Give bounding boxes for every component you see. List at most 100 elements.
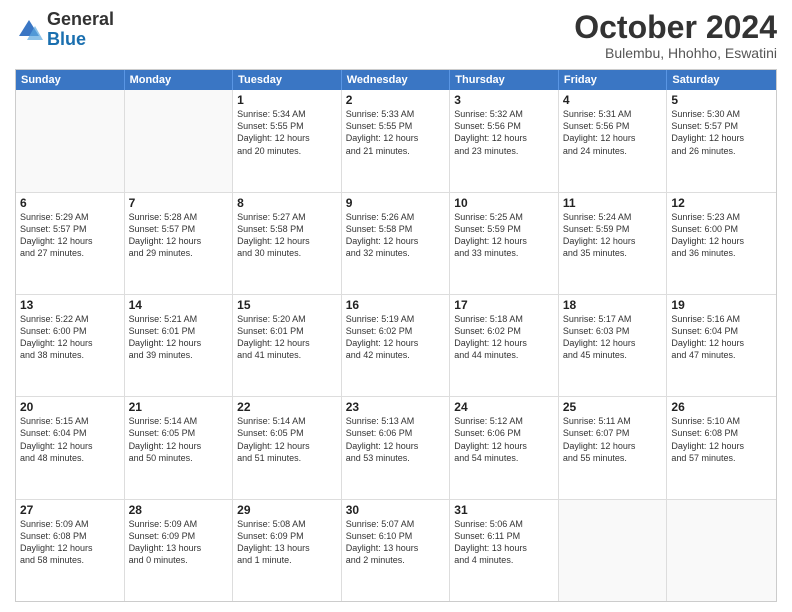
day-cell-14: 14Sunrise: 5:21 AM Sunset: 6:01 PM Dayli… [125,295,234,396]
day-info: Sunrise: 5:14 AM Sunset: 6:05 PM Dayligh… [129,415,229,464]
day-number: 28 [129,503,229,517]
day-number: 19 [671,298,772,312]
day-number: 31 [454,503,554,517]
day-info: Sunrise: 5:21 AM Sunset: 6:01 PM Dayligh… [129,313,229,362]
day-info: Sunrise: 5:06 AM Sunset: 6:11 PM Dayligh… [454,518,554,567]
day-number: 29 [237,503,337,517]
title-area: October 2024 Bulembu, Hhohho, Eswatini [574,10,777,61]
day-info: Sunrise: 5:14 AM Sunset: 6:05 PM Dayligh… [237,415,337,464]
day-number: 2 [346,93,446,107]
month-title: October 2024 [574,10,777,45]
header-day-tuesday: Tuesday [233,70,342,90]
logo-text: General Blue [47,10,114,50]
logo-general: General [47,10,114,30]
header-day-sunday: Sunday [16,70,125,90]
day-info: Sunrise: 5:18 AM Sunset: 6:02 PM Dayligh… [454,313,554,362]
day-number: 20 [20,400,120,414]
empty-cell-0-1 [125,90,234,191]
day-number: 5 [671,93,772,107]
day-cell-29: 29Sunrise: 5:08 AM Sunset: 6:09 PM Dayli… [233,500,342,601]
day-info: Sunrise: 5:11 AM Sunset: 6:07 PM Dayligh… [563,415,663,464]
day-number: 6 [20,196,120,210]
day-cell-23: 23Sunrise: 5:13 AM Sunset: 6:06 PM Dayli… [342,397,451,498]
header-day-saturday: Saturday [667,70,776,90]
week-row-5: 27Sunrise: 5:09 AM Sunset: 6:08 PM Dayli… [16,500,776,601]
day-number: 16 [346,298,446,312]
week-row-2: 6Sunrise: 5:29 AM Sunset: 5:57 PM Daylig… [16,193,776,295]
day-cell-2: 2Sunrise: 5:33 AM Sunset: 5:55 PM Daylig… [342,90,451,191]
day-info: Sunrise: 5:23 AM Sunset: 6:00 PM Dayligh… [671,211,772,260]
calendar-body: 1Sunrise: 5:34 AM Sunset: 5:55 PM Daylig… [16,90,776,601]
day-cell-20: 20Sunrise: 5:15 AM Sunset: 6:04 PM Dayli… [16,397,125,498]
day-cell-19: 19Sunrise: 5:16 AM Sunset: 6:04 PM Dayli… [667,295,776,396]
day-cell-28: 28Sunrise: 5:09 AM Sunset: 6:09 PM Dayli… [125,500,234,601]
day-info: Sunrise: 5:20 AM Sunset: 6:01 PM Dayligh… [237,313,337,362]
day-info: Sunrise: 5:16 AM Sunset: 6:04 PM Dayligh… [671,313,772,362]
day-info: Sunrise: 5:19 AM Sunset: 6:02 PM Dayligh… [346,313,446,362]
day-cell-21: 21Sunrise: 5:14 AM Sunset: 6:05 PM Dayli… [125,397,234,498]
header-day-friday: Friday [559,70,668,90]
day-number: 21 [129,400,229,414]
day-cell-5: 5Sunrise: 5:30 AM Sunset: 5:57 PM Daylig… [667,90,776,191]
day-info: Sunrise: 5:25 AM Sunset: 5:59 PM Dayligh… [454,211,554,260]
day-cell-15: 15Sunrise: 5:20 AM Sunset: 6:01 PM Dayli… [233,295,342,396]
day-info: Sunrise: 5:31 AM Sunset: 5:56 PM Dayligh… [563,108,663,157]
day-info: Sunrise: 5:09 AM Sunset: 6:09 PM Dayligh… [129,518,229,567]
day-info: Sunrise: 5:15 AM Sunset: 6:04 PM Dayligh… [20,415,120,464]
week-row-1: 1Sunrise: 5:34 AM Sunset: 5:55 PM Daylig… [16,90,776,192]
day-number: 14 [129,298,229,312]
day-info: Sunrise: 5:09 AM Sunset: 6:08 PM Dayligh… [20,518,120,567]
calendar: SundayMondayTuesdayWednesdayThursdayFrid… [15,69,777,602]
day-info: Sunrise: 5:32 AM Sunset: 5:56 PM Dayligh… [454,108,554,157]
day-info: Sunrise: 5:30 AM Sunset: 5:57 PM Dayligh… [671,108,772,157]
day-number: 22 [237,400,337,414]
day-cell-22: 22Sunrise: 5:14 AM Sunset: 6:05 PM Dayli… [233,397,342,498]
day-number: 8 [237,196,337,210]
day-info: Sunrise: 5:34 AM Sunset: 5:55 PM Dayligh… [237,108,337,157]
day-number: 23 [346,400,446,414]
day-info: Sunrise: 5:10 AM Sunset: 6:08 PM Dayligh… [671,415,772,464]
day-cell-18: 18Sunrise: 5:17 AM Sunset: 6:03 PM Dayli… [559,295,668,396]
day-cell-10: 10Sunrise: 5:25 AM Sunset: 5:59 PM Dayli… [450,193,559,294]
day-number: 25 [563,400,663,414]
logo: General Blue [15,10,114,50]
day-cell-26: 26Sunrise: 5:10 AM Sunset: 6:08 PM Dayli… [667,397,776,498]
day-info: Sunrise: 5:27 AM Sunset: 5:58 PM Dayligh… [237,211,337,260]
day-number: 24 [454,400,554,414]
day-cell-3: 3Sunrise: 5:32 AM Sunset: 5:56 PM Daylig… [450,90,559,191]
day-number: 15 [237,298,337,312]
day-cell-9: 9Sunrise: 5:26 AM Sunset: 5:58 PM Daylig… [342,193,451,294]
day-info: Sunrise: 5:26 AM Sunset: 5:58 PM Dayligh… [346,211,446,260]
day-info: Sunrise: 5:22 AM Sunset: 6:00 PM Dayligh… [20,313,120,362]
header-day-monday: Monday [125,70,234,90]
location: Bulembu, Hhohho, Eswatini [574,45,777,61]
day-cell-6: 6Sunrise: 5:29 AM Sunset: 5:57 PM Daylig… [16,193,125,294]
day-number: 1 [237,93,337,107]
day-number: 17 [454,298,554,312]
week-row-4: 20Sunrise: 5:15 AM Sunset: 6:04 PM Dayli… [16,397,776,499]
day-cell-17: 17Sunrise: 5:18 AM Sunset: 6:02 PM Dayli… [450,295,559,396]
day-number: 12 [671,196,772,210]
day-cell-24: 24Sunrise: 5:12 AM Sunset: 6:06 PM Dayli… [450,397,559,498]
logo-blue: Blue [47,30,114,50]
day-number: 11 [563,196,663,210]
week-row-3: 13Sunrise: 5:22 AM Sunset: 6:00 PM Dayli… [16,295,776,397]
day-cell-16: 16Sunrise: 5:19 AM Sunset: 6:02 PM Dayli… [342,295,451,396]
day-info: Sunrise: 5:29 AM Sunset: 5:57 PM Dayligh… [20,211,120,260]
day-number: 10 [454,196,554,210]
day-number: 26 [671,400,772,414]
day-cell-8: 8Sunrise: 5:27 AM Sunset: 5:58 PM Daylig… [233,193,342,294]
day-cell-25: 25Sunrise: 5:11 AM Sunset: 6:07 PM Dayli… [559,397,668,498]
day-info: Sunrise: 5:33 AM Sunset: 5:55 PM Dayligh… [346,108,446,157]
day-number: 3 [454,93,554,107]
day-info: Sunrise: 5:17 AM Sunset: 6:03 PM Dayligh… [563,313,663,362]
day-cell-12: 12Sunrise: 5:23 AM Sunset: 6:00 PM Dayli… [667,193,776,294]
header-day-wednesday: Wednesday [342,70,451,90]
day-number: 7 [129,196,229,210]
day-number: 27 [20,503,120,517]
day-cell-13: 13Sunrise: 5:22 AM Sunset: 6:00 PM Dayli… [16,295,125,396]
day-number: 4 [563,93,663,107]
empty-cell-0-0 [16,90,125,191]
empty-cell-4-6 [667,500,776,601]
header-day-thursday: Thursday [450,70,559,90]
